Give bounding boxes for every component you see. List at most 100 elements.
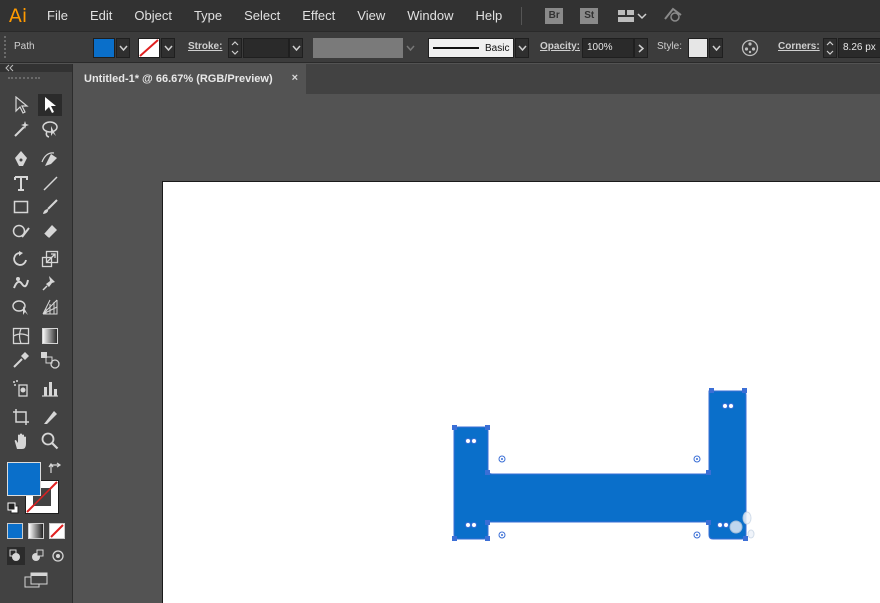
anchor-point[interactable]: [452, 536, 457, 541]
default-fill-stroke-icon[interactable]: [7, 502, 19, 517]
eyedropper-tool[interactable]: [9, 349, 33, 371]
draw-inside-button[interactable]: [49, 547, 67, 565]
opacity-label[interactable]: Opacity:: [540, 41, 580, 52]
graphic-style-dropdown[interactable]: [709, 38, 723, 58]
fill-dropdown[interactable]: [116, 38, 130, 58]
mesh-tool[interactable]: [9, 325, 33, 347]
brush-dropdown[interactable]: [515, 38, 529, 58]
change-screen-mode-button[interactable]: [24, 572, 48, 591]
direct-selection-tool[interactable]: [38, 94, 62, 116]
anchor-point[interactable]: [485, 520, 490, 525]
artboard-tool[interactable]: [9, 406, 33, 428]
anchor-point[interactable]: [485, 425, 490, 430]
corner-widget[interactable]: [693, 531, 701, 539]
shape-builder-tool[interactable]: [9, 296, 33, 318]
variable-width-dropdown[interactable]: [403, 38, 417, 58]
curvature-tool[interactable]: [38, 148, 62, 170]
perspective-grid-tool[interactable]: [38, 296, 62, 318]
menu-help[interactable]: Help: [464, 0, 513, 31]
hand-tool[interactable]: [9, 430, 33, 452]
magic-wand-tool[interactable]: [9, 118, 33, 140]
scale-tool[interactable]: [38, 248, 62, 270]
workspace-switcher[interactable]: [617, 9, 647, 23]
eraser-tool[interactable]: [38, 220, 62, 242]
warp-tool[interactable]: [9, 272, 33, 294]
swap-fill-stroke-icon[interactable]: [48, 462, 62, 479]
stroke-label[interactable]: Stroke:: [188, 41, 222, 52]
menu-select[interactable]: Select: [233, 0, 291, 31]
stock-button[interactable]: St: [580, 7, 599, 24]
menu-view[interactable]: View: [346, 0, 396, 31]
line-segment-tool[interactable]: [38, 172, 62, 194]
rectangle-tool[interactable]: [9, 196, 33, 218]
draw-behind-button[interactable]: [28, 547, 46, 565]
gpu-performance-icon[interactable]: [663, 5, 683, 26]
selected-path-shape[interactable]: [453, 390, 747, 540]
graphic-style-swatch[interactable]: [688, 38, 708, 58]
blend-tool[interactable]: [38, 349, 62, 371]
pen-tool[interactable]: [9, 148, 33, 170]
rotate-icon: [13, 251, 27, 266]
menu-effect[interactable]: Effect: [291, 0, 346, 31]
artwork-layer: [452, 388, 755, 541]
type-tool[interactable]: [9, 172, 33, 194]
close-document-icon[interactable]: ×: [292, 72, 298, 84]
anchor-point[interactable]: [706, 520, 711, 525]
corners-label[interactable]: Corners:: [778, 41, 820, 52]
pen-nib-icon: [15, 151, 27, 166]
menu-edit[interactable]: Edit: [79, 0, 123, 31]
recolor-artwork-icon[interactable]: [741, 39, 759, 60]
anchor-point[interactable]: [706, 470, 711, 475]
menu-object[interactable]: Object: [123, 0, 183, 31]
none-slash-icon: [50, 524, 64, 538]
bridge-button[interactable]: Br: [545, 7, 564, 24]
selection-tool[interactable]: [9, 94, 33, 116]
puppet-warp-tool[interactable]: [38, 272, 62, 294]
canvas-area[interactable]: [74, 94, 880, 603]
draw-normal-button[interactable]: [7, 547, 25, 565]
anchor-point[interactable]: [452, 425, 457, 430]
zoom-tool[interactable]: [38, 430, 62, 452]
corners-stepper[interactable]: [823, 38, 837, 58]
variable-width-profile[interactable]: [313, 38, 403, 58]
paintbrush-icon: [43, 199, 58, 214]
anchor-point[interactable]: [709, 388, 714, 393]
shaper-tool[interactable]: [9, 220, 33, 242]
none-mode-button[interactable]: [49, 523, 65, 539]
anchor-point[interactable]: [743, 536, 748, 541]
anchor-point[interactable]: [485, 536, 490, 541]
color-mode-button[interactable]: [7, 523, 23, 539]
opacity-field[interactable]: 100%: [582, 38, 634, 58]
anchor-point[interactable]: [485, 470, 490, 475]
stroke-weight-dropdown[interactable]: [289, 38, 303, 58]
gradient-tool[interactable]: [38, 325, 62, 347]
brush-definition-field[interactable]: Basic: [428, 38, 514, 58]
slice-tool[interactable]: [38, 406, 62, 428]
tools-panel-header[interactable]: [0, 64, 72, 72]
stroke-weight-stepper[interactable]: [228, 38, 242, 58]
column-graph-tool[interactable]: [38, 377, 62, 399]
fill-swatch[interactable]: [93, 38, 115, 58]
corner-widget[interactable]: [498, 455, 506, 463]
menu-file[interactable]: File: [36, 0, 79, 31]
document-tab[interactable]: Untitled-1* @ 66.67% (RGB/Preview) ×: [74, 64, 306, 94]
rotate-tool[interactable]: [9, 248, 33, 270]
tools-panel-grip[interactable]: [8, 77, 40, 81]
control-bar-grip[interactable]: [4, 36, 7, 58]
corners-field[interactable]: 8.26 px: [838, 38, 880, 58]
stroke-dropdown[interactable]: [161, 38, 175, 58]
menu-type[interactable]: Type: [183, 0, 233, 31]
corner-widget[interactable]: [498, 531, 506, 539]
menu-window[interactable]: Window: [396, 0, 464, 31]
stroke-swatch[interactable]: [138, 38, 160, 58]
perspective-grid-icon: [42, 299, 58, 315]
gradient-mode-button[interactable]: [28, 523, 44, 539]
anchor-point[interactable]: [742, 388, 747, 393]
lasso-tool[interactable]: [38, 118, 62, 140]
paintbrush-tool[interactable]: [38, 196, 62, 218]
corner-widget[interactable]: [693, 455, 701, 463]
opacity-dropdown[interactable]: [634, 38, 648, 58]
symbol-sprayer-tool[interactable]: [9, 377, 33, 399]
fill-color-swatch[interactable]: [7, 462, 41, 496]
stroke-weight-field[interactable]: [243, 38, 289, 58]
